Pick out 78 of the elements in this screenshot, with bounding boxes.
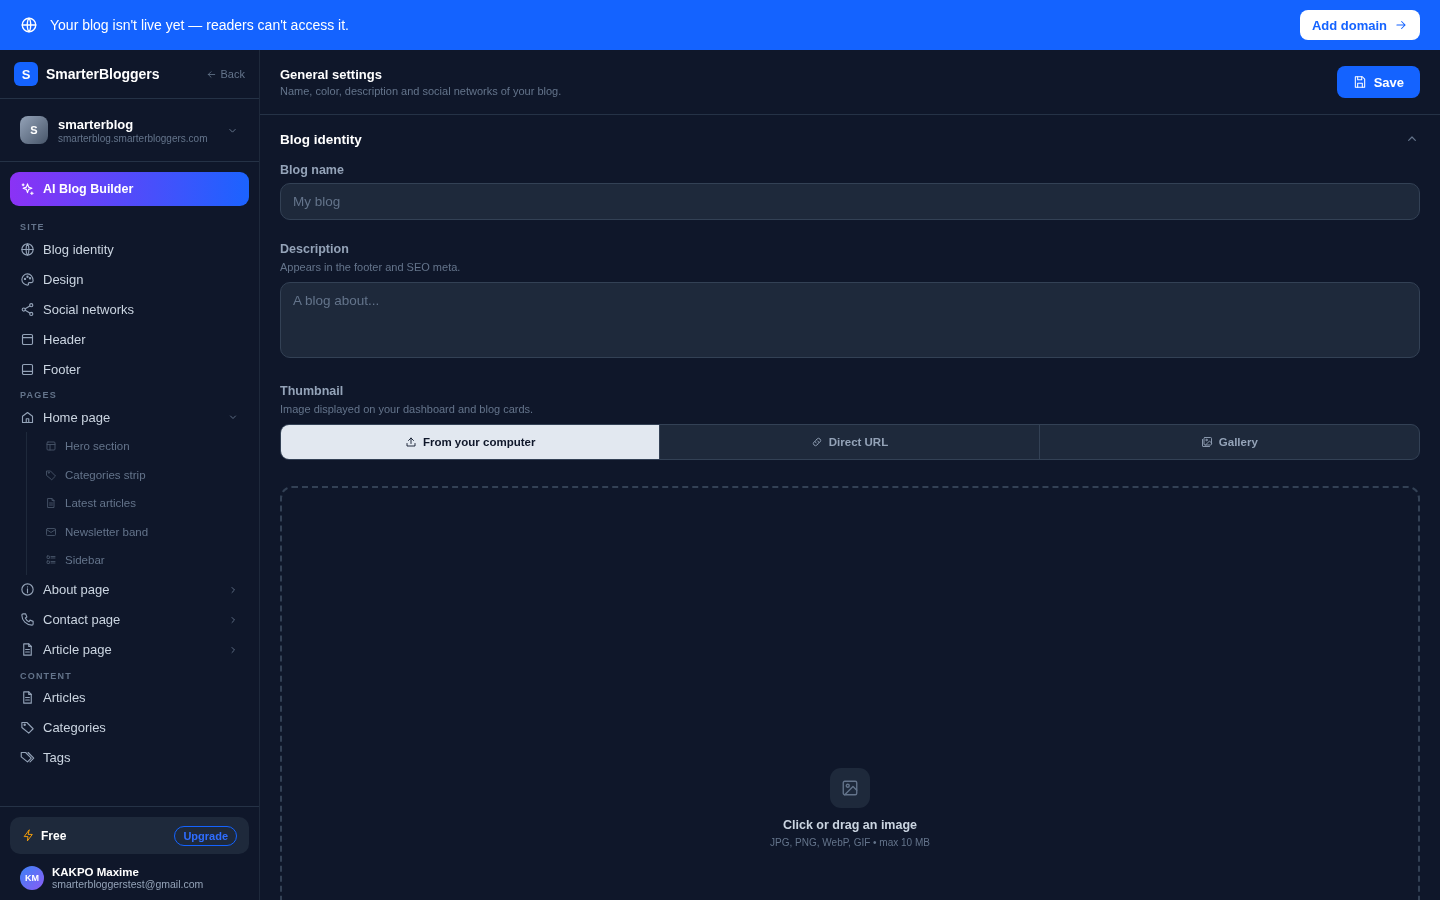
palette-icon (20, 271, 35, 287)
section-heading: CONTENT (19, 669, 73, 683)
user-avatar: KM (20, 866, 44, 890)
sidebar-item[interactable]: Home page (10, 402, 249, 432)
home-icon (20, 409, 35, 425)
save-icon (1352, 75, 1367, 89)
tag-icon (45, 468, 57, 481)
source-tab[interactable]: Gallery (1039, 425, 1419, 459)
page-title: General settings (280, 67, 383, 82)
back-link[interactable]: Back (205, 68, 245, 80)
dropzone-hint: JPG, PNG, WebP, GIF • max 10 MB (770, 837, 930, 848)
blog-name-field[interactable]: My blog (280, 183, 1420, 220)
sidebar-item[interactable]: Blog identity (10, 234, 249, 264)
field-hint: Appears in the footer and SEO meta. (280, 261, 461, 273)
blog-domain: smarterblog.smarterbloggers.com (58, 132, 209, 144)
sidebar-subitem[interactable]: Newsletter band (35, 517, 249, 546)
link-icon (810, 436, 823, 448)
sparkle-icon (20, 181, 35, 197)
mail-icon (45, 525, 57, 538)
sidebar-item[interactable]: Social networks (10, 294, 249, 324)
field-label: Description (280, 242, 349, 256)
description-field[interactable]: A blog about... (280, 282, 1420, 358)
sidebar-item[interactable]: Articles (10, 682, 249, 713)
image-dropzone[interactable]: Click or drag an image JPG, PNG, WebP, GIF • max 10 MB (280, 486, 1420, 900)
document-icon (45, 497, 57, 510)
page-subtitle: Name, color, description and social networks of your blog. (280, 85, 563, 97)
blog-name: smarterblog (58, 116, 135, 132)
brand-logo: S (14, 62, 38, 86)
blog-avatar: S (20, 116, 48, 144)
document-icon (20, 690, 35, 705)
arrow-right-icon (1394, 18, 1408, 32)
sidebar-item[interactable]: Categories (10, 712, 249, 743)
section-heading: SITE (19, 221, 46, 234)
user-name: KAKPO Maxime (52, 866, 140, 878)
banner-message: Your blog isn't live yet — readers can't access it. (50, 17, 350, 33)
dropzone-title: Click or drag an image (782, 818, 918, 832)
gallery-icon (1200, 436, 1213, 448)
image-icon (841, 779, 859, 797)
arrow-left-icon (205, 68, 217, 80)
brand-name: SmarterBloggers (46, 66, 161, 82)
source-tab[interactable]: Direct URL (660, 425, 1040, 459)
sidebar-item[interactable]: Design (10, 264, 249, 294)
add-domain-button[interactable]: Add domain (1299, 10, 1420, 40)
share-icon (20, 301, 35, 317)
source-tab[interactable]: From your computer (281, 425, 661, 459)
sidebar-subitem[interactable]: Latest articles (35, 489, 249, 518)
field-label: Blog name (280, 163, 344, 177)
info-icon (20, 582, 35, 597)
field-label: Thumbnail (280, 384, 344, 398)
panel-icon (20, 331, 35, 347)
sidebar-subitem[interactable]: Sidebar (35, 546, 249, 575)
tag-icon (20, 720, 35, 735)
section-header[interactable]: Blog identity (280, 115, 1420, 163)
user-email: smarterbloggerstest@gmail.com (52, 878, 204, 890)
field-hint: Image displayed on your dashboard and blog cards. (280, 403, 534, 415)
sidebar-item[interactable]: Contact page (10, 604, 249, 635)
list-icon (45, 554, 57, 567)
sidebar-item[interactable]: Article page (10, 634, 249, 665)
blog-switcher[interactable]: S smarterblog smarterblog.smarterbloggers.com (0, 99, 259, 162)
sidebar-subitem[interactable]: Hero section (35, 432, 249, 461)
upload-icon (404, 436, 417, 448)
save-button[interactable]: Save (1336, 66, 1420, 98)
sidebar-item[interactable]: About page (10, 574, 249, 605)
sidebar-subitem[interactable]: Categories strip (35, 460, 249, 489)
panel-icon (20, 361, 35, 377)
document-icon (20, 642, 35, 657)
sidebar-item[interactable]: Header (10, 324, 249, 354)
phone-icon (20, 612, 35, 627)
bolt-icon (22, 829, 35, 842)
globe-icon (20, 16, 38, 34)
sidebar-item[interactable]: Footer (10, 354, 249, 384)
ai-builder-button[interactable]: AI Blog Builder (10, 172, 249, 206)
plan-name: Free (41, 828, 68, 843)
section-heading: PAGES (19, 389, 58, 402)
globe-icon (20, 241, 35, 257)
tags-icon (20, 750, 35, 765)
layout-icon (45, 440, 57, 453)
sidebar-item[interactable]: Tags (10, 742, 249, 773)
